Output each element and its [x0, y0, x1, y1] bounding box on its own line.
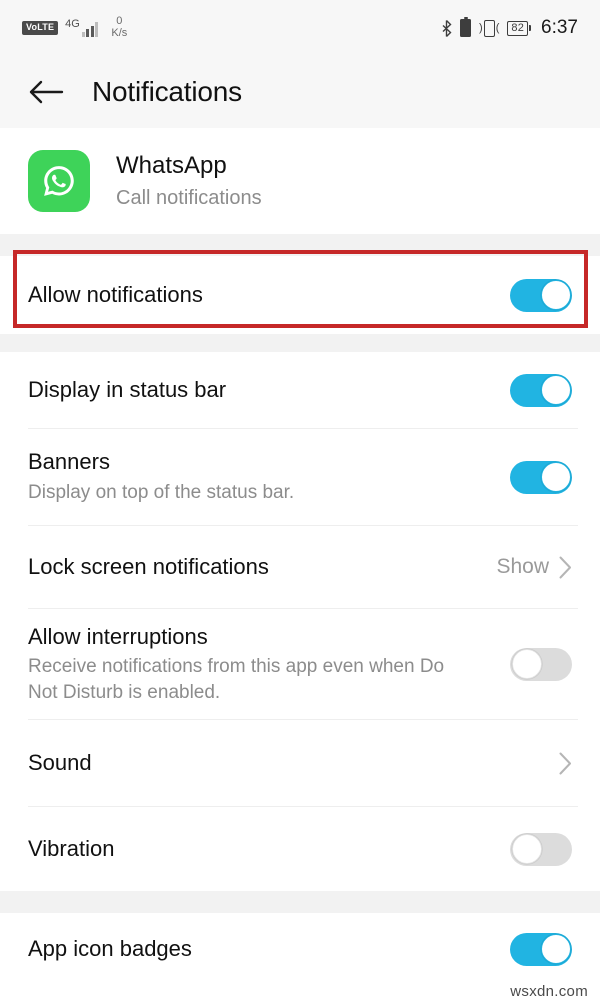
allow-notifications-control	[510, 278, 572, 312]
row-text: Display in status bar	[28, 376, 240, 405]
lock-screen-value: Show	[496, 555, 549, 578]
row-control	[510, 832, 572, 866]
notification-settings-section: Display in status bar Banners Display on…	[0, 352, 600, 891]
row-title: Vibration	[28, 835, 115, 861]
app-name: WhatsApp	[116, 152, 227, 179]
banners-toggle[interactable]	[510, 460, 572, 494]
app-bar: Notifications	[0, 56, 600, 128]
chevron-right-icon	[559, 752, 571, 774]
network-generation-label: 4G	[65, 18, 80, 30]
row-title: Lock screen notifications	[28, 553, 269, 579]
row-subtitle: Display on top of the status bar.	[28, 481, 295, 503]
watermark: wsxdn.com	[510, 983, 588, 1000]
setting-row-display-in-status-bar[interactable]: Display in status bar	[0, 352, 600, 428]
vibration-toggle[interactable]	[510, 832, 572, 866]
allow-interruptions-toggle[interactable]	[510, 647, 572, 681]
signal-strength-indicator: 4G	[65, 18, 99, 37]
row-title: App icon badges	[28, 935, 192, 961]
display-in-status-bar-toggle[interactable]	[510, 373, 572, 407]
battery-percent-label: 82	[507, 20, 529, 36]
data-speed-unit: K/s	[111, 27, 128, 39]
app-icon-badges-toggle[interactable]	[510, 932, 572, 966]
row-title: Sound	[28, 749, 92, 775]
section-gap	[0, 891, 600, 913]
whatsapp-icon	[28, 150, 90, 212]
row-text: Lock screen notifications	[28, 553, 283, 582]
app-channel-subtitle: Call notifications	[116, 187, 262, 209]
app-header-text: WhatsApp Call notifications	[116, 151, 262, 211]
setting-row-app-icon-badges[interactable]: App icon badges	[0, 913, 600, 985]
row-title: Banners	[28, 449, 110, 475]
row-text: App icon badges	[28, 935, 206, 964]
app-header-row: WhatsApp Call notifications	[0, 128, 600, 234]
row-text: Allow interruptions Receive notification…	[28, 623, 472, 706]
app-icon-badges-section: App icon badges	[0, 913, 600, 985]
row-title: Display in status bar	[28, 376, 227, 402]
vibrate-mode-icon: )(	[479, 19, 499, 37]
data-speed-indicator: 0 K/s	[111, 16, 127, 39]
setting-row-sound[interactable]: Sound	[0, 720, 600, 806]
battery-percent-indicator: 82	[507, 20, 532, 36]
back-arrow-icon[interactable]	[28, 79, 64, 105]
row-control	[549, 752, 572, 775]
row-text: Banners Display on top of the status bar…	[28, 448, 308, 505]
status-bar: VoLTE 4G 0 K/s )( 82 6:37	[0, 0, 600, 56]
allow-notifications-text: Allow notifications	[28, 281, 217, 310]
setting-row-allow-interruptions[interactable]: Allow interruptions Receive notification…	[0, 609, 600, 719]
app-header-section: WhatsApp Call notifications	[0, 128, 600, 234]
status-bar-right: )( 82 6:37	[441, 17, 578, 39]
row-text: Vibration	[28, 835, 128, 864]
setting-row-vibration[interactable]: Vibration	[0, 807, 600, 891]
chevron-right-icon	[559, 556, 571, 578]
allow-notifications-row[interactable]: Allow notifications	[0, 256, 600, 334]
setting-row-banners[interactable]: Banners Display on top of the status bar…	[0, 429, 600, 525]
status-bar-left: VoLTE 4G 0 K/s	[22, 16, 127, 39]
row-subtitle: Receive notifications from this app even…	[28, 656, 445, 703]
row-control	[510, 373, 572, 407]
row-title: Allow interruptions	[28, 623, 208, 649]
volte-badge: VoLTE	[22, 21, 59, 35]
row-control: Show	[496, 555, 572, 579]
row-control	[510, 647, 572, 681]
setting-row-lock-screen-notifications[interactable]: Lock screen notifications Show	[0, 526, 600, 608]
status-bar-clock: 6:37	[541, 17, 578, 38]
row-title: Allow notifications	[28, 281, 203, 307]
row-text: Sound	[28, 749, 106, 778]
allow-notifications-toggle[interactable]	[510, 278, 572, 312]
section-gap	[0, 234, 600, 256]
battery-icon	[460, 19, 472, 37]
allow-notifications-section: Allow notifications	[0, 256, 600, 334]
section-gap	[0, 334, 600, 352]
row-control	[510, 932, 572, 966]
row-control	[510, 460, 572, 494]
bluetooth-icon	[442, 19, 452, 37]
signal-bars-icon	[81, 22, 99, 37]
page-title: Notifications	[92, 76, 242, 107]
